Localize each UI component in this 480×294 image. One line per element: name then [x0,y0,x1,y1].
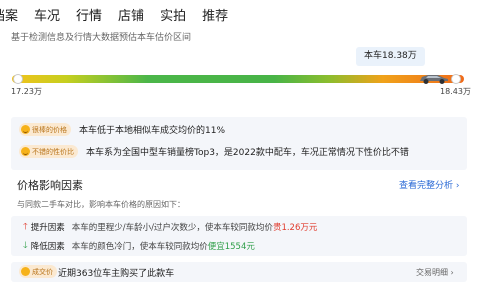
lower-factor-text: 本车的颜色冷门，使本车较同款均价 [71,242,208,252]
top-tab-bar: 档案 车况 行情 店铺 实拍 推荐 [0,0,244,28]
price-tag: 很棒的价格 [19,123,71,136]
tab-photos[interactable]: 实拍 [160,5,186,24]
value-tag: 不错的性价比 [19,145,78,158]
highlight-row: 不错的性价比 本车系为全国中型车销量榜Top3，是2022款中配车，车况正常情况… [19,145,409,158]
highlights-card: 很棒的价格 本车低于本地相似车成交均价的11% 不错的性价比 本车系为全国中型车… [11,117,467,170]
price-highlight-text: 本车低于本地相似车成交均价的11% [79,126,226,136]
range-low-marker [13,74,23,84]
lower-factor-value: 便宜1554元 [207,242,255,252]
car-icon [420,75,448,84]
factors-title: 价格影响因素 [17,179,83,192]
raise-factor-label: 提升因素 [30,223,65,233]
lower-factor-row: 🡓 降低因素 本车的颜色冷门，使本车较同款均价 便宜1554元 [23,240,255,252]
raise-factor-row: 🡑 提升因素 本车的里程少/车龄小/过户次数少，使本车较同款均价 贵1.26万元 [23,221,317,233]
deal-details-link[interactable]: 交易明细 › [416,267,454,278]
car-price-badge: 本车18.38万 [356,47,425,66]
smile-icon [21,147,30,156]
tab-recommend[interactable]: 推荐 [202,5,228,24]
highlight-row: 很棒的价格 本车低于本地相似车成交均价的11% [19,123,225,136]
deal-price-tag-label: 成交价 [32,267,53,276]
raise-factor-value: 贵1.26万元 [272,223,318,233]
factors-description: 与同款二手车对比，影响本车价格的原因如下： [17,200,185,209]
value-tag-label: 不错的性价比 [32,147,74,156]
deals-card[interactable]: 成交价 近期363位车主购买了此款车 交易明细 › [11,262,467,282]
value-highlight-text: 本车系为全国中型车销量榜Top3，是2022款中配车，车况正常情况下性价比不错 [86,148,409,158]
lower-factor-label: 降低因素 [30,242,65,252]
coin-icon [21,267,30,276]
range-high-marker [451,74,461,84]
valuation-subtitle: 基于检测信息及行情大数据预估本车估价区间 [11,33,192,43]
range-low-label: 17.23万 [11,87,42,96]
smile-icon [21,125,30,134]
price-range-bar [12,75,464,83]
arrow-down-icon: 🡓 [23,240,28,251]
raise-factor-text: 本车的里程少/车龄小/过户次数少，使本车较同款均价 [71,223,273,233]
view-full-analysis-link[interactable]: 查看完整分析 › [399,178,459,191]
price-tag-label: 很棒的价格 [32,125,67,134]
tab-condition[interactable]: 车况 [34,5,60,24]
tab-store[interactable]: 店铺 [118,5,144,24]
factors-card: 🡑 提升因素 本车的里程少/车龄小/过户次数少，使本车较同款均价 贵1.26万元… [11,216,467,256]
deal-price-tag: 成交价 [19,265,57,278]
range-high-label: 18.43万 [440,87,471,96]
deals-text: 近期363位车主购买了此款车 [58,269,175,279]
tab-archive[interactable]: 档案 [0,5,18,24]
tab-market[interactable]: 行情 [76,5,102,24]
arrow-up-icon: 🡑 [23,221,28,232]
